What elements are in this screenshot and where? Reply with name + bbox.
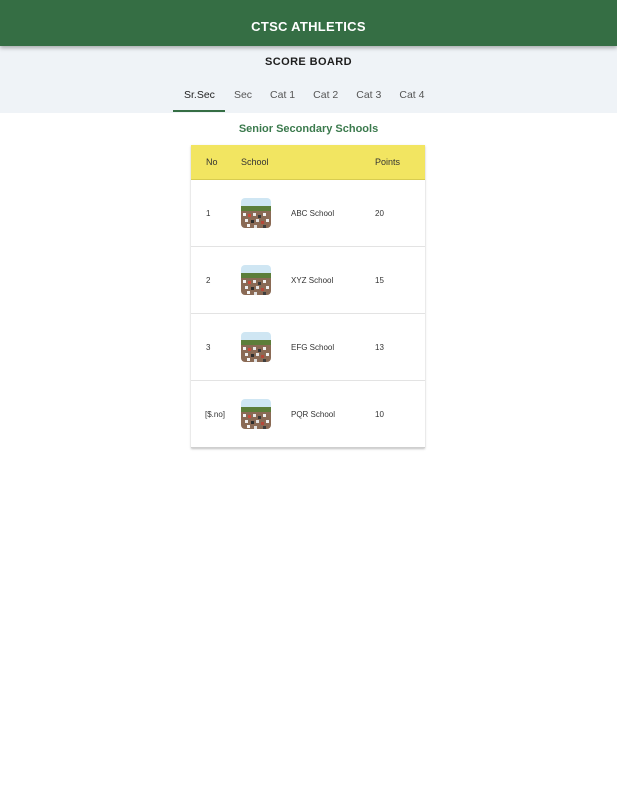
column-header-points: Points — [375, 157, 401, 167]
tab-sec[interactable]: Sec — [225, 83, 261, 110]
app-bar: CTSC ATHLETICS — [0, 0, 617, 46]
table-row[interactable]: 2 XYZ School 15 — [191, 247, 425, 314]
score-table: No School Points 1 ABC School 20 2 XYZ S… — [191, 145, 425, 448]
school-name: ABC School — [291, 209, 335, 218]
school-name: EFG School — [291, 343, 335, 352]
row-number: 2 — [206, 276, 211, 285]
table-row[interactable]: [$.no] PQR School 10 — [191, 381, 425, 448]
column-header-school: School — [241, 157, 269, 167]
school-photo-image — [241, 198, 271, 228]
school-photo-image — [241, 332, 271, 362]
tab-cat-4[interactable]: Cat 4 — [390, 83, 433, 110]
tab-cat-2[interactable]: Cat 2 — [304, 83, 347, 110]
school-name: XYZ School — [291, 276, 334, 285]
app-title: CTSC ATHLETICS — [251, 18, 366, 34]
scoreboard-header: SCORE BOARD Sr.Sec Sec Cat 1 Cat 2 Cat 3… — [0, 46, 617, 113]
category-tabs: Sr.Sec Sec Cat 1 Cat 2 Cat 3 Cat 4 — [173, 83, 433, 112]
column-header-no: No — [206, 157, 218, 167]
tab-cat-3[interactable]: Cat 3 — [347, 83, 390, 110]
school-points: 13 — [375, 343, 384, 352]
row-number: 3 — [206, 343, 211, 352]
table-row[interactable]: 3 EFG School 13 — [191, 314, 425, 381]
row-number: [$.no] — [205, 410, 226, 419]
table-header: No School Points — [191, 145, 425, 180]
school-photo-image — [241, 399, 271, 429]
tab-cat-1[interactable]: Cat 1 — [261, 83, 304, 110]
school-points: 10 — [375, 410, 384, 419]
row-number: 1 — [206, 209, 211, 218]
scoreboard-title: SCORE BOARD — [265, 56, 352, 68]
table-row[interactable]: 1 ABC School 20 — [191, 180, 425, 247]
section-title: Senior Secondary Schools — [238, 123, 379, 135]
school-points: 15 — [375, 276, 384, 285]
school-name: PQR School — [291, 410, 336, 419]
school-photo-image — [241, 265, 271, 295]
school-points: 20 — [375, 209, 384, 218]
tab-sr-sec[interactable]: Sr.Sec — [173, 83, 225, 112]
